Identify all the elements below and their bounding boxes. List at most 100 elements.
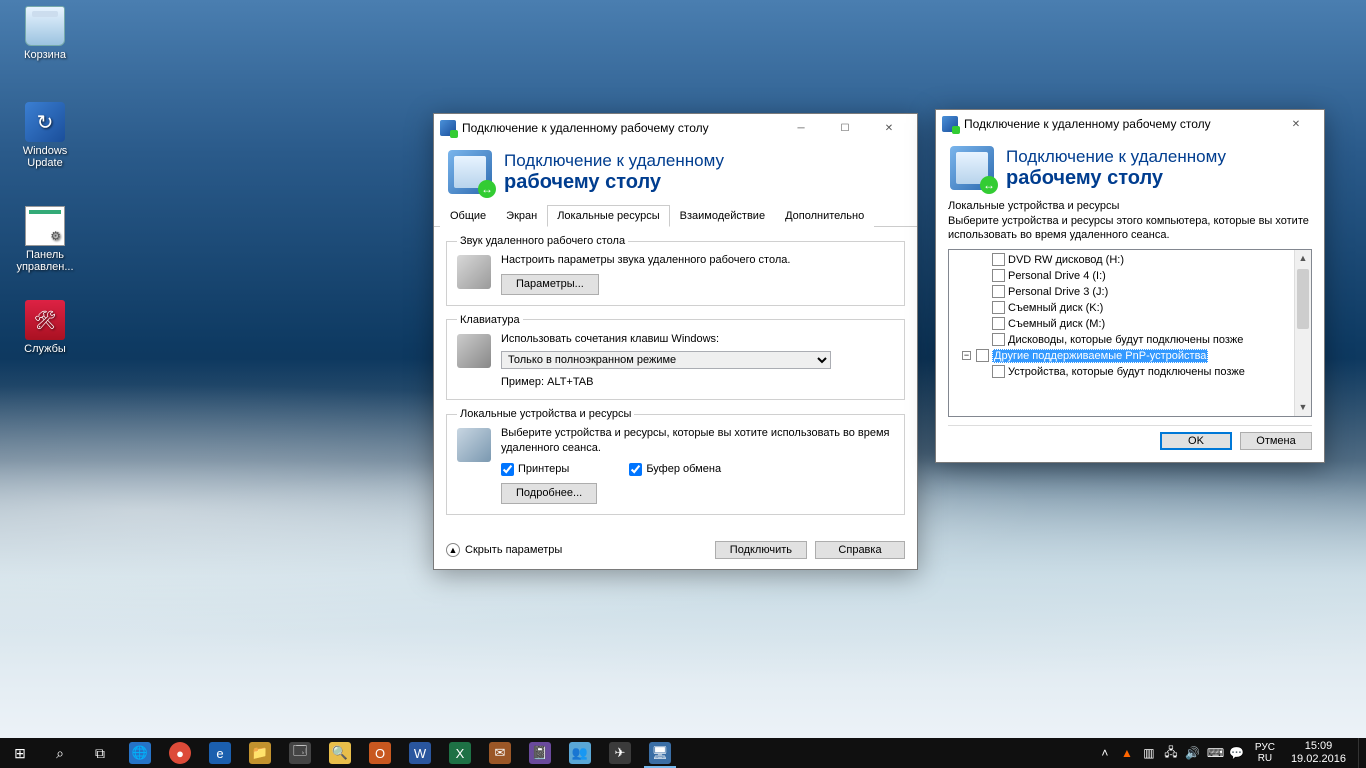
rdp-app-icon [942, 116, 958, 132]
tree-checkbox[interactable] [992, 301, 1005, 314]
vlc-tray-icon[interactable]: ▲ [1119, 746, 1135, 760]
tree-row[interactable]: Устройства, которые будут подключены поз… [953, 364, 1307, 380]
clipboard-checkbox[interactable]: Буфер обмена [629, 462, 721, 477]
tree-row[interactable]: Дисководы, которые будут подключены позж… [953, 332, 1307, 348]
scroll-thumb[interactable] [1297, 269, 1309, 329]
tree-label: Другие поддерживаемые PnP-устройства [992, 349, 1208, 363]
network-icon[interactable]: 🖧 [1163, 743, 1179, 764]
clock[interactable]: 15:0919.02.2016 [1285, 740, 1352, 765]
tree-expander-icon[interactable]: − [962, 351, 971, 360]
start-button[interactable]: ⊞ [0, 738, 40, 768]
tree-row[interactable]: Personal Drive 4 (I:) [953, 268, 1307, 284]
tree-checkbox[interactable] [976, 349, 989, 362]
app-icon: 📁 [249, 742, 271, 764]
tab-1[interactable]: Экран [496, 205, 547, 227]
taskbar-app[interactable]: W [400, 738, 440, 768]
devices-icon [457, 428, 491, 462]
sound-params-button[interactable]: Параметры... [501, 274, 599, 295]
tree-checkbox[interactable] [992, 285, 1005, 298]
desktop-icon[interactable]: Службы [8, 300, 82, 355]
keyboard-tray-icon[interactable]: ⌨ [1207, 746, 1223, 760]
app-icon: ✉ [489, 742, 511, 764]
tree-row[interactable]: Съемный диск (K:) [953, 300, 1307, 316]
tree-checkbox[interactable] [992, 333, 1005, 346]
taskbar-app[interactable]: 👥 [560, 738, 600, 768]
hide-options-link[interactable]: ▲ Скрыть параметры [446, 543, 562, 557]
scroll-up-icon[interactable]: ▲ [1295, 250, 1311, 267]
taskbar-app[interactable]: O [360, 738, 400, 768]
tree-label: Personal Drive 4 (I:) [1008, 270, 1106, 282]
taskbar-app[interactable]: X [440, 738, 480, 768]
taskbar-app[interactable]: 🗔 [280, 738, 320, 768]
taskbar-app[interactable]: 📁 [240, 738, 280, 768]
show-desktop-button[interactable] [1358, 738, 1364, 768]
minimize-button[interactable]: ─ [779, 114, 823, 142]
tree-label: Personal Drive 3 (J:) [1008, 286, 1108, 298]
tab-4[interactable]: Дополнительно [775, 205, 874, 227]
battery-icon[interactable]: ▥ [1141, 746, 1157, 760]
taskbar-app[interactable]: ● [160, 738, 200, 768]
app-icon: 🔍 [329, 742, 351, 764]
taskbar-app[interactable]: 📓 [520, 738, 560, 768]
titlebar[interactable]: Подключение к удаленному рабочему столу … [936, 110, 1324, 138]
local-resources-group: Локальные устройства и ресурсы Выберите … [446, 408, 905, 514]
search-button[interactable]: ⌕ [40, 738, 80, 768]
task-view-button[interactable]: ⧉ [80, 738, 120, 768]
tree-row[interactable]: DVD RW дисковод (H:) [953, 252, 1307, 268]
printers-checkbox[interactable]: Принтеры [501, 462, 569, 477]
app-icon: W [409, 742, 431, 764]
tree-row[interactable]: Personal Drive 3 (J:) [953, 284, 1307, 300]
help-button[interactable]: Справка [815, 541, 905, 559]
tab-0[interactable]: Общие [440, 205, 496, 227]
connect-button[interactable]: Подключить [715, 541, 807, 559]
maximize-button[interactable]: ☐ [823, 114, 867, 142]
tree-label: Дисководы, которые будут подключены позж… [1008, 334, 1243, 346]
tree-checkbox[interactable] [992, 317, 1005, 330]
app-icon: ● [169, 742, 191, 764]
tab-3[interactable]: Взаимодействие [670, 205, 775, 227]
sound-group: Звук удаленного рабочего стола Настроить… [446, 235, 905, 306]
titlebar[interactable]: Подключение к удаленному рабочему столу … [434, 114, 917, 142]
device-tree[interactable]: DVD RW дисковод (H:) Personal Drive 4 (I:… [948, 249, 1312, 417]
desktop-icon[interactable]: Корзина [8, 6, 82, 61]
action-center-icon[interactable]: 💬 [1229, 746, 1245, 760]
tree-checkbox[interactable] [992, 269, 1005, 282]
tree-checkbox[interactable] [992, 365, 1005, 378]
rdp-window: Подключение к удаленному рабочему столу … [433, 113, 918, 570]
app-icon: ✈ [609, 742, 631, 764]
desktop-icon[interactable]: Панель управлен... [8, 206, 82, 273]
desktop-icon[interactable]: Windows Update [8, 102, 82, 169]
app-icon: e [209, 742, 231, 764]
cancel-button[interactable]: Отмена [1240, 432, 1312, 450]
taskbar-app[interactable]: 🖥 [640, 738, 680, 768]
keyboard-example: Пример: ALT+TAB [501, 375, 894, 390]
scrollbar[interactable]: ▲ ▼ [1294, 250, 1311, 416]
window-title: Подключение к удаленному рабочему столу [964, 117, 1274, 131]
sound-desc: Настроить параметры звука удаленного раб… [501, 253, 894, 268]
app-icon: X [449, 742, 471, 764]
tab-2[interactable]: Локальные ресурсы [547, 205, 669, 227]
taskbar-app[interactable]: ✈ [600, 738, 640, 768]
di-services-icon [25, 300, 65, 340]
taskbar-app[interactable]: 🌐 [120, 738, 160, 768]
more-button[interactable]: Подробнее... [501, 483, 597, 504]
rdp-devices-window: Подключение к удаленному рабочему столу … [935, 109, 1325, 463]
close-button[interactable]: ✕ [867, 114, 911, 142]
app-icon: 📓 [529, 742, 551, 764]
tree-row[interactable]: − Другие поддерживаемые PnP-устройства [953, 348, 1307, 364]
volume-icon[interactable]: 🔊 [1185, 746, 1201, 760]
tree-checkbox[interactable] [992, 253, 1005, 266]
language-indicator[interactable]: РУСRU [1251, 742, 1279, 764]
taskbar-app[interactable]: e [200, 738, 240, 768]
scroll-down-icon[interactable]: ▼ [1295, 399, 1311, 416]
tree-row[interactable]: Съемный диск (M:) [953, 316, 1307, 332]
taskbar: ⊞ ⌕ ⧉ 🌐 ● e 📁 🗔 🔍 OWX ✉ 📓 👥 ✈ 🖥 ˄ ▲ ▥ 🖧 🔊 ⌨ 💬 РУСRU… [0, 738, 1366, 768]
keyboard-mode-select[interactable]: Только в полноэкранном режиме [501, 351, 831, 369]
tray-chevron-icon[interactable]: ˄ [1097, 746, 1113, 760]
rdp-app-icon [440, 120, 456, 136]
taskbar-app[interactable]: ✉ [480, 738, 520, 768]
ok-button[interactable]: OK [1160, 432, 1232, 450]
close-button[interactable]: ✕ [1274, 110, 1318, 138]
taskbar-app[interactable]: 🔍 [320, 738, 360, 768]
banner: Подключение к удаленному рабочему столу [434, 142, 917, 200]
